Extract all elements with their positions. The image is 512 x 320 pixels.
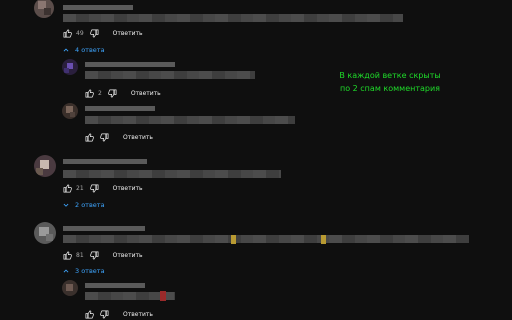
author-name[interactable] — [85, 62, 175, 67]
avatar[interactable] — [34, 155, 56, 177]
annotation-line-2: по 2 спам комментария — [339, 83, 440, 93]
thumbs-up-icon[interactable] — [63, 29, 72, 38]
thumbs-down-icon[interactable] — [100, 310, 109, 319]
comment-text — [85, 71, 255, 79]
reply-button[interactable]: Ответить — [113, 252, 143, 259]
thumbs-up-icon[interactable] — [85, 310, 94, 319]
text-highlight — [321, 235, 326, 244]
avatar[interactable] — [62, 59, 78, 75]
comment-actions: 21 Ответить — [63, 182, 143, 194]
comment-actions: 2 Ответить — [85, 87, 161, 99]
reply-button[interactable]: Ответить — [123, 311, 153, 318]
chevron-down-icon — [63, 203, 69, 207]
avatar[interactable] — [34, 0, 54, 18]
author-name[interactable] — [63, 226, 145, 231]
replies-toggle[interactable]: 4 ответа — [63, 46, 105, 54]
like-count: 49 — [76, 29, 84, 37]
thumbs-down-icon[interactable] — [89, 251, 99, 260]
reply-button[interactable]: Ответить — [113, 30, 143, 37]
like-count: 2 — [98, 89, 102, 97]
text-highlight — [231, 235, 236, 244]
thumbs-down-icon[interactable] — [89, 184, 99, 193]
comment-actions: Ответить — [85, 308, 153, 320]
author-name[interactable] — [85, 106, 155, 111]
author-name[interactable] — [63, 159, 147, 164]
comment-actions: 81 Ответить — [63, 249, 143, 261]
thumbs-up-icon[interactable] — [63, 251, 72, 260]
comment-text — [63, 14, 403, 22]
comment-text — [63, 235, 469, 243]
replies-toggle-label: 3 ответа — [75, 267, 105, 275]
thumbs-down-icon[interactable] — [107, 89, 117, 98]
author-name[interactable] — [85, 283, 145, 288]
chevron-up-icon — [63, 48, 69, 52]
avatar[interactable] — [34, 222, 56, 244]
replies-toggle[interactable]: 2 ответа — [63, 201, 105, 209]
reply-button[interactable]: Ответить — [131, 90, 161, 97]
thumbs-up-icon[interactable] — [85, 133, 94, 142]
author-name[interactable] — [63, 5, 133, 10]
thumbs-up-icon[interactable] — [63, 184, 72, 193]
annotation-line-1: В каждой ветке скрыты — [339, 71, 441, 80]
text-highlight — [160, 291, 166, 301]
reply-button[interactable]: Ответить — [123, 134, 153, 141]
avatar[interactable] — [62, 103, 78, 119]
replies-toggle-label: 4 ответа — [75, 46, 105, 54]
annotation-note: В каждой ветке скрыты по 2 спам коммента… — [320, 70, 460, 95]
like-count: 81 — [76, 251, 84, 259]
replies-toggle[interactable]: 3 ответа — [63, 267, 105, 275]
comment-text — [63, 170, 281, 178]
replies-toggle-label: 2 ответа — [75, 201, 105, 209]
thumbs-down-icon[interactable] — [89, 29, 99, 38]
thumbs-up-icon[interactable] — [85, 89, 94, 98]
comment-actions: 49 Ответить — [63, 27, 143, 39]
thumbs-down-icon[interactable] — [100, 133, 109, 142]
comment-actions: Ответить — [85, 131, 153, 143]
chevron-up-icon — [63, 269, 69, 273]
avatar[interactable] — [62, 280, 78, 296]
like-count: 21 — [76, 184, 84, 192]
reply-button[interactable]: Ответить — [113, 185, 143, 192]
comment-text — [85, 116, 295, 124]
